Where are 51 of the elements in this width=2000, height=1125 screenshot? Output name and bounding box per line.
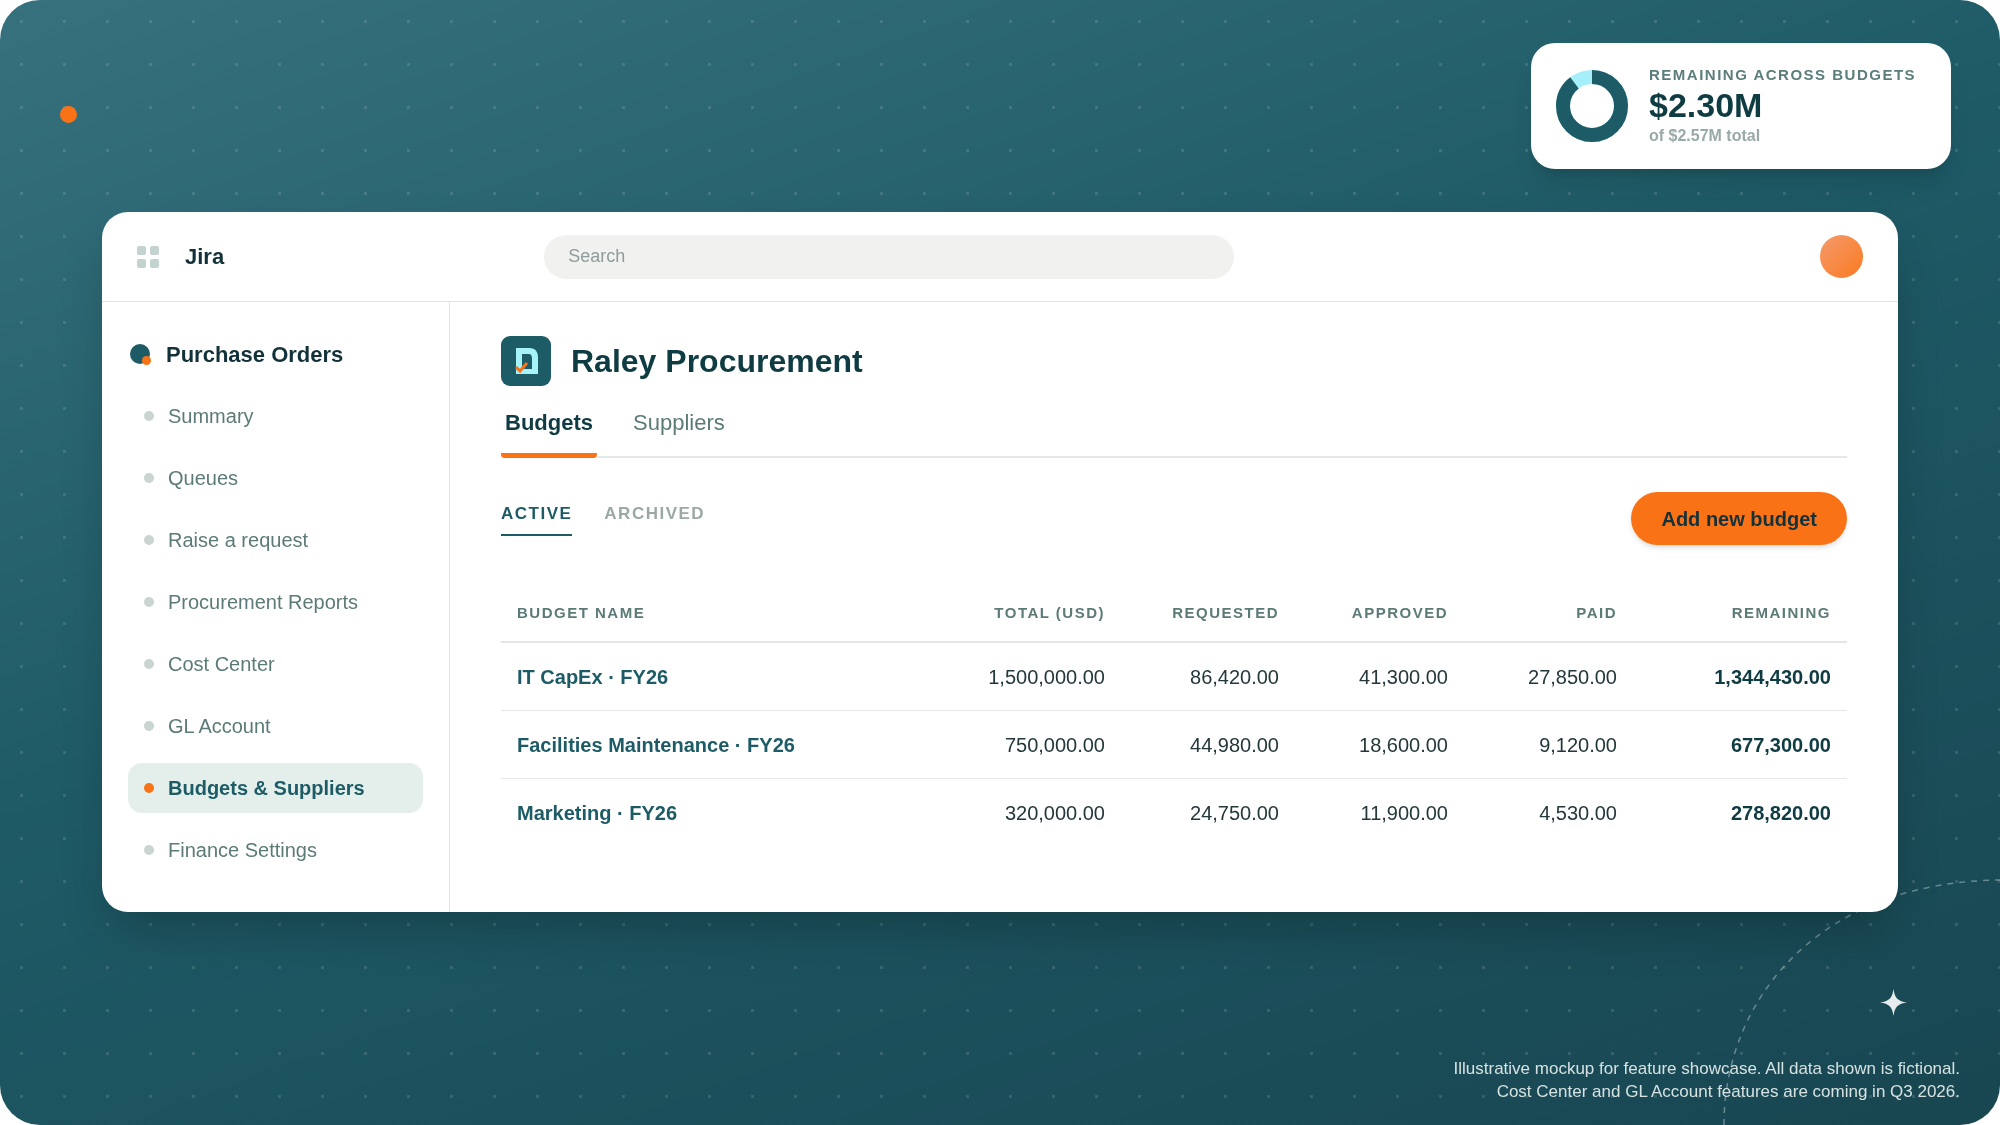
avatar[interactable] [1820, 235, 1863, 278]
sidebar-item[interactable]: Queues [128, 453, 423, 503]
table-cell-text: 320,000.00 [1003, 801, 1106, 826]
table-cell-text: 18,600.00 [1358, 732, 1449, 758]
sidebar-item[interactable]: Budgets & Suppliers [128, 763, 423, 813]
footnote-text: Illustrative mockup for feature showcase. All data shown is fictional. [1453, 1058, 1960, 1080]
table-cell-text: 24,750.00 [1189, 801, 1280, 826]
table-cell-text: 1,344,430.00 [1713, 664, 1832, 690]
sidebar-item[interactable]: Procurement Reports [128, 577, 423, 627]
sidebar-item[interactable]: GL Account [128, 701, 423, 751]
sidebar-item[interactable]: Finance Settings [128, 825, 423, 875]
table-cell-text: 1,500,000.00 [987, 664, 1106, 690]
column-header: PAID [1575, 602, 1618, 623]
project-title: Raley Procurement [571, 342, 863, 381]
project-dot-icon [130, 343, 152, 366]
column-header: TOTAL (USD) [993, 602, 1106, 623]
add-budget-button[interactable]: Add new budget [1631, 492, 1847, 545]
tab[interactable]: Budgets [501, 406, 597, 458]
table-cell-text: 44,980.00 [1189, 732, 1280, 758]
search-field[interactable]: Search [544, 234, 1235, 279]
app-grid-icon[interactable] [137, 245, 159, 268]
table-cell-text: 9,120.00 [1538, 732, 1618, 758]
sidebar-item[interactable]: Cost Center [128, 639, 423, 689]
card-label: REMAINING ACROSS BUDGETS [1649, 64, 1917, 85]
column-header: REMAINING [1730, 602, 1832, 623]
table-cell-text: 11,900.00 [1359, 801, 1449, 826]
app-name[interactable]: Jira [185, 240, 225, 273]
filter-tab[interactable]: ARCHIVED [604, 500, 706, 537]
table-cell-text: 677,300.00 [1729, 732, 1832, 758]
table-cell-text: 278,820.00 [1729, 801, 1832, 826]
filter-tab[interactable]: ACTIVE [501, 500, 573, 537]
budget-name-link[interactable]: Marketing · FY26 [501, 798, 901, 828]
table-cell-text: 41,300.00 [1358, 664, 1449, 690]
table-cell-text: 86,420.00 [1189, 664, 1280, 690]
sidebar-title: Purchase Orders [166, 341, 344, 369]
footnote-text: Cost Center and GL Account features are coming in Q3 2026. [1496, 1081, 1960, 1103]
budget-name-link[interactable]: Facilities Maintenance · FY26 [501, 729, 901, 760]
table-cell-text: 4,530.00 [1538, 801, 1618, 826]
sparkle-icon [1880, 989, 1907, 1016]
card-value: $2.30M [1649, 86, 1764, 125]
column-header: REQUESTED [1171, 602, 1280, 623]
table-cell-text: 27,850.00 [1527, 664, 1618, 690]
table-cell-text: 750,000.00 [1003, 732, 1106, 758]
card-subtext: of $2.57M total [1649, 126, 1762, 147]
tab[interactable]: Suppliers [629, 406, 729, 458]
column-header: APPROVED [1350, 602, 1449, 623]
sidebar-item[interactable]: Summary [128, 391, 423, 441]
budget-name-link[interactable]: IT CapEx · FY26 [501, 661, 901, 692]
sidebar-item[interactable]: Raise a request [128, 515, 423, 565]
column-header: BUDGET NAME [516, 602, 647, 623]
project-logo-icon [501, 336, 551, 386]
